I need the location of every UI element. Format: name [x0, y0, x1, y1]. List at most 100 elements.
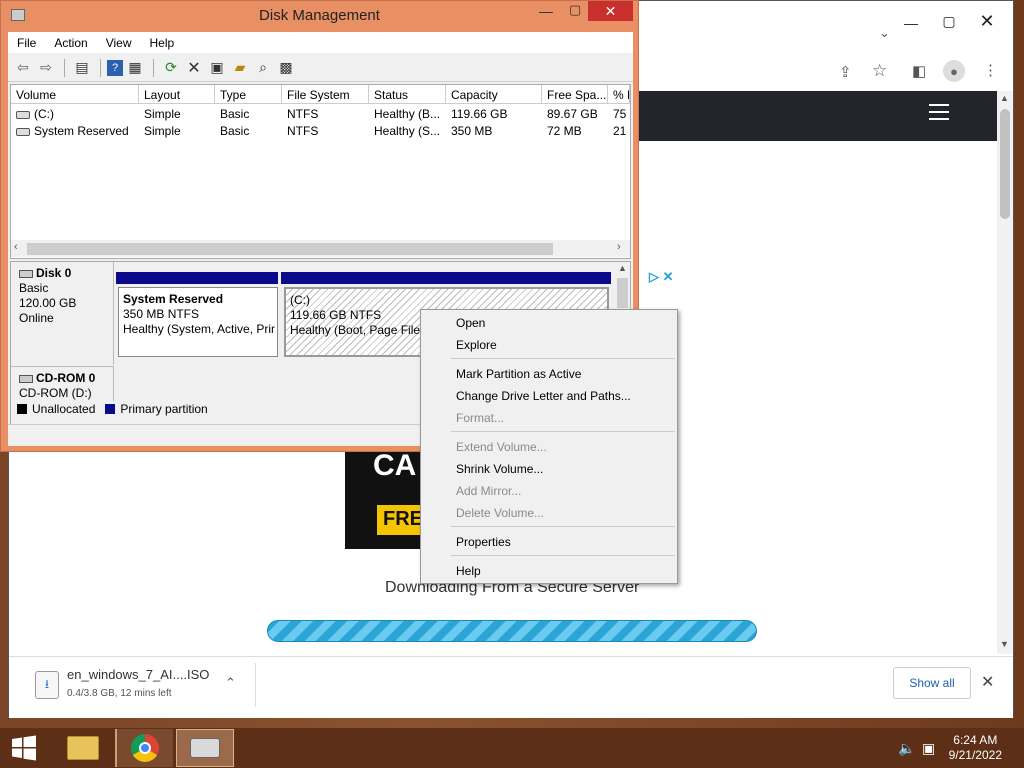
column-header-type[interactable]: Type — [215, 85, 282, 104]
column-header-status[interactable]: Status — [369, 85, 446, 104]
disk-management-app-icon — [190, 738, 220, 758]
windows-logo-icon — [12, 735, 36, 761]
browser-minimize-button[interactable]: — — [895, 11, 927, 35]
menu-item-extend-volume[interactable]: Extend Volume... — [422, 436, 676, 458]
menu-item-help[interactable]: Help — [422, 560, 676, 582]
taskbar: 🔈 ▣ 6:24 AM 9/21/2022 — [0, 728, 1024, 768]
taskbar-file-explorer[interactable] — [54, 729, 112, 767]
partition-header-bar — [281, 272, 611, 284]
menu-item-format[interactable]: Format... — [422, 407, 676, 429]
share-icon[interactable]: ⇪ — [839, 63, 852, 81]
tab-search-chevron-icon[interactable]: ⌄ — [879, 25, 890, 41]
scroll-up-arrow-icon[interactable]: ▲ — [618, 263, 627, 273]
clock-date: 9/21/2022 — [948, 748, 1002, 762]
minimize-button[interactable]: — — [539, 3, 553, 19]
browser-close-button[interactable]: ✕ — [971, 9, 1003, 33]
delete-icon[interactable]: ✕ — [183, 58, 205, 78]
open-folder-icon[interactable]: ▰ — [229, 58, 251, 78]
column-header-percent-free[interactable]: % F — [608, 85, 630, 104]
bookmark-star-icon[interactable]: ☆ — [872, 61, 887, 81]
menu-item-properties[interactable]: Properties — [422, 531, 676, 553]
cell-volume: System Reserved — [11, 123, 139, 140]
horizontal-scrollbar[interactable]: ‹ › — [11, 240, 630, 257]
scroll-right-arrow-icon[interactable]: › — [617, 241, 621, 253]
context-menu: Open Explore Mark Partition as Active Ch… — [420, 309, 678, 584]
back-arrow-icon[interactable]: ⇦ — [12, 58, 34, 78]
toolbar-separator — [100, 58, 101, 77]
disk-state: Online — [19, 311, 54, 325]
cell-file-system: NTFS — [287, 124, 319, 138]
scroll-down-arrow-icon[interactable]: ▼ — [1000, 639, 1009, 649]
volume-muted-icon[interactable]: 🔈 — [898, 740, 915, 757]
page-scrollbar[interactable]: ▲ ▼ — [997, 91, 1013, 654]
cdrom-0-label[interactable]: CD-ROM 0 CD-ROM (D:) — [11, 366, 114, 401]
scroll-left-arrow-icon[interactable]: ‹ — [14, 241, 18, 253]
partition-size: 350 MB NTFS — [123, 307, 200, 321]
menu-file[interactable]: File — [8, 36, 45, 50]
disk-0-label[interactable]: Disk 0 Basic 120.00 GB Online — [11, 262, 114, 365]
disk-name: Disk 0 — [36, 266, 72, 280]
download-filename[interactable]: en_windows_7_AI....ISO — [67, 667, 209, 682]
close-download-shelf-icon[interactable]: ✕ — [981, 672, 994, 692]
properties-icon[interactable]: ▦ — [124, 58, 146, 78]
download-options-chevron-icon[interactable]: ⌃ — [225, 675, 236, 691]
cdrom-icon — [19, 374, 33, 383]
cell-type: Basic — [220, 124, 250, 138]
cell-percent-free: 75 — [613, 107, 627, 121]
menu-help[interactable]: Help — [141, 36, 184, 50]
refresh-icon[interactable]: ⟳ — [160, 58, 182, 78]
clock-time: 6:24 AM — [953, 733, 998, 747]
menu-action[interactable]: Action — [45, 36, 96, 50]
file-download-icon: ⭳ — [35, 671, 59, 699]
dm-titlebar[interactable]: Disk Management — ▢ ✕ — [1, 1, 638, 31]
cdrom-drive-label: CD-ROM (D:) — [19, 386, 92, 400]
legend-unallocated: Unallocated — [32, 402, 96, 416]
ad-headline: CA — [373, 449, 417, 482]
column-header-layout[interactable]: Layout — [139, 85, 215, 104]
menu-item-shrink-volume[interactable]: Shrink Volume... — [422, 458, 676, 480]
system-clock[interactable]: 6:24 AM 9/21/2022 — [949, 733, 1002, 763]
taskbar-chrome[interactable] — [115, 729, 173, 767]
scrollbar-thumb[interactable] — [617, 278, 628, 308]
toolbar-separator — [153, 58, 154, 77]
menu-item-open[interactable]: Open — [422, 312, 676, 334]
column-header-file-system[interactable]: File System — [282, 85, 369, 104]
start-button[interactable] — [0, 729, 48, 767]
forward-arrow-icon[interactable]: ⇨ — [35, 58, 57, 78]
column-header-free-space[interactable]: Free Spa... — [542, 85, 608, 104]
cell-file-system: NTFS — [287, 107, 319, 121]
maximize-button[interactable]: ▢ — [569, 2, 581, 18]
column-header-capacity[interactable]: Capacity — [446, 85, 542, 104]
menu-item-delete-volume[interactable]: Delete Volume... — [422, 502, 676, 524]
scrollbar-thumb[interactable] — [1000, 109, 1010, 219]
show-all-button[interactable]: Show all — [893, 667, 971, 699]
help-icon[interactable]: ? — [107, 59, 123, 76]
partition-name: System Reserved — [123, 292, 224, 306]
menu-view[interactable]: View — [97, 36, 141, 50]
menu-item-explore[interactable]: Explore — [422, 334, 676, 356]
partition-system-reserved[interactable]: System Reserved 350 MB NTFS Healthy (Sys… — [118, 287, 278, 357]
cell-capacity: 350 MB — [451, 124, 493, 138]
hamburger-menu-icon[interactable] — [929, 104, 949, 120]
profile-avatar-icon[interactable]: ● — [943, 60, 965, 82]
taskbar-disk-management[interactable] — [176, 729, 234, 767]
menu-item-mark-active[interactable]: Mark Partition as Active — [422, 363, 676, 385]
console-tree-icon[interactable]: ▤ — [71, 58, 93, 78]
side-panel-icon[interactable]: ◧ — [912, 62, 926, 80]
settings-icon[interactable]: ▩ — [275, 58, 297, 78]
check-icon[interactable]: ▣ — [206, 58, 228, 78]
scrollbar-thumb[interactable] — [27, 243, 553, 255]
toolbar-separator — [64, 58, 65, 77]
column-header-volume[interactable]: Volume — [11, 85, 139, 104]
browser-maximize-button[interactable]: ▢ — [933, 9, 965, 33]
menu-item-add-mirror[interactable]: Add Mirror... — [422, 480, 676, 502]
search-icon[interactable]: ⌕ — [252, 58, 274, 78]
volume-name: (C:) — [34, 107, 54, 121]
scroll-up-arrow-icon[interactable]: ▲ — [1000, 93, 1009, 103]
browser-menu-icon[interactable]: ⋮ — [983, 61, 998, 79]
network-icon[interactable]: ▣ — [922, 740, 935, 757]
adchoices-icon[interactable]: ▷ ✕ — [649, 269, 674, 285]
menu-item-change-drive-letter[interactable]: Change Drive Letter and Paths... — [422, 385, 676, 407]
chrome-icon — [131, 734, 159, 762]
close-button[interactable]: ✕ — [588, 1, 633, 21]
